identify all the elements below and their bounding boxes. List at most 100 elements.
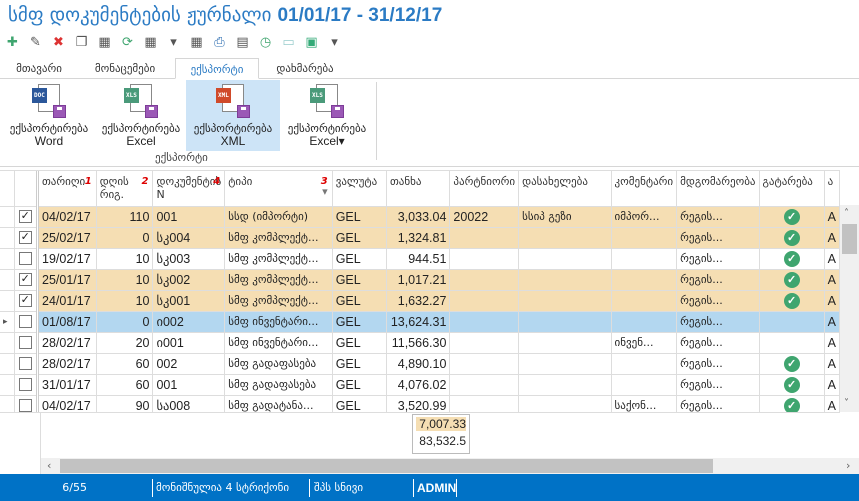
export-doc-button-0[interactable]: DOC ექსპორტირება Word: [2, 80, 96, 151]
cell-comment: [611, 374, 678, 396]
column-header-3[interactable]: ტიპი 3 ▾: [224, 171, 333, 207]
cell-cur: GEL: [332, 290, 387, 312]
row-checkbox-cell[interactable]: [14, 311, 40, 333]
check-circle-icon: ✓: [783, 355, 800, 372]
row-indicator: [0, 206, 15, 228]
tab-2[interactable]: ექსპორტი: [175, 58, 259, 79]
row-checkbox[interactable]: ✓: [18, 210, 32, 223]
check-circle-icon: ✓: [783, 397, 800, 412]
amount-summary: 7,007.33 83,532.5: [412, 414, 470, 454]
table-search-icon[interactable]: ▦: [188, 34, 205, 51]
cell-date: 01/08/17: [37, 311, 97, 333]
cell-last: A: [824, 395, 840, 412]
xls-icon[interactable]: ▤: [234, 34, 251, 51]
column-header-6[interactable]: პარტნიორი: [449, 171, 520, 207]
table-xls-icon[interactable]: ▦: [142, 34, 159, 51]
horizontal-scroll-thumb[interactable]: [60, 459, 713, 473]
dropdown-icon[interactable]: ▾: [165, 34, 182, 51]
check-circle-icon: ✓: [783, 250, 800, 267]
table-row[interactable]: ✓ 25/01/17 10 სკ002 სმფ კომპლექტ... GEL 1,017.…: [0, 269, 840, 291]
column-header-4[interactable]: ვალუტა: [332, 171, 387, 207]
column-header-2[interactable]: დოკუმენტის N4: [152, 171, 226, 207]
export-xls-button-1[interactable]: XLS ექსპორტირება Excel: [94, 80, 188, 151]
table-row[interactable]: 04/02/17 90 სა008 სმფ გადატანა... GEL 3,520.9…: [0, 395, 840, 412]
scroll-right-icon[interactable]: ›: [846, 459, 850, 472]
refresh-icon[interactable]: ⟳: [119, 34, 136, 51]
table-row[interactable]: ✓ 24/01/17 10 სკ001 სმფ კომპლექტ... GEL 1,632.…: [0, 290, 840, 312]
row-checkbox[interactable]: [18, 378, 32, 391]
export-xls-button-3[interactable]: XLS ექსპორტირება Excel▾: [280, 80, 374, 151]
row-checkbox-cell[interactable]: ✓: [14, 269, 40, 291]
cell-cur: GEL: [332, 248, 387, 270]
sort-order: 2: [141, 176, 149, 187]
row-checkbox[interactable]: [18, 315, 32, 328]
vertical-scroll-thumb[interactable]: [842, 224, 857, 254]
row-checkbox[interactable]: [18, 357, 32, 370]
row-checkbox[interactable]: [18, 336, 32, 349]
export-xml-icon: XML: [216, 84, 250, 118]
column-label: დღის რიგ.: [99, 175, 129, 201]
export-xml-button-2[interactable]: XML ექსპორტირება XML: [186, 80, 280, 151]
export-format: Excel▾: [309, 134, 345, 148]
print-icon[interactable]: ⎙: [211, 34, 228, 51]
column-header-0[interactable]: თარიღი 1: [37, 171, 97, 207]
tab-1[interactable]: მონაცემები: [80, 58, 170, 79]
column-header-8[interactable]: კომენტარი: [611, 171, 678, 207]
delete-icon[interactable]: ✖: [50, 34, 67, 51]
cell-type: სმფ კომპლექტ...: [224, 290, 333, 312]
row-checkbox[interactable]: ✓: [18, 231, 32, 244]
ribbon-separator: [376, 82, 377, 160]
row-checkbox[interactable]: ✓: [18, 273, 32, 286]
column-header-10[interactable]: გატარება: [759, 171, 825, 207]
row-checkbox-cell[interactable]: ✓: [14, 227, 40, 249]
cell-name: [518, 290, 612, 312]
row-checkbox[interactable]: [18, 399, 32, 412]
column-header-1[interactable]: დღის რიგ. 2: [96, 171, 154, 207]
column-header-5[interactable]: თანხა: [386, 171, 451, 207]
row-checkbox-cell[interactable]: ✓: [14, 290, 40, 312]
edit-icon[interactable]: ✎: [27, 34, 44, 51]
cell-day: 10: [96, 248, 154, 270]
layout-alt-icon[interactable]: ▣: [303, 34, 320, 51]
tab-0[interactable]: მთავარი: [4, 58, 74, 79]
layout-icon[interactable]: ▭: [280, 34, 297, 51]
table-row[interactable]: 31/01/17 60 001 სმფ გადაფასება GEL 4,076.02 რე…: [0, 374, 840, 396]
row-indicator: ▸: [0, 311, 15, 333]
row-checkbox-cell[interactable]: [14, 248, 40, 270]
table-row[interactable]: ✓ 04/02/17 110 001 სსდ (იმპორტი) GEL 3,033.04 2…: [0, 206, 840, 228]
scroll-left-icon[interactable]: ‹: [47, 459, 51, 472]
table-row[interactable]: ✓ 25/02/17 0 სკ004 სმფ კომპლექტ... GEL 1,324.8…: [0, 227, 840, 249]
tab-3[interactable]: დახმარება: [260, 58, 350, 79]
format-badge: XML: [216, 88, 231, 103]
record-position: 6/55: [62, 481, 87, 494]
history-icon[interactable]: ◷: [257, 34, 274, 51]
copy-icon[interactable]: ❐: [73, 34, 90, 51]
plus-icon[interactable]: ✚: [4, 34, 21, 51]
column-header-7[interactable]: დასახელება: [518, 171, 612, 207]
table-row[interactable]: ▸ 01/08/17 0 ი002 სმფ ინვენტარი... GEL 13,624.…: [0, 311, 840, 333]
more-icon[interactable]: ▾: [326, 34, 343, 51]
row-checkbox-cell[interactable]: [14, 374, 40, 396]
table-row[interactable]: 19/02/17 10 სკ003 სმფ კომპლექტ... GEL 944.51 რ…: [0, 248, 840, 270]
row-checkbox-cell[interactable]: ✓: [14, 206, 40, 228]
row-checkbox-cell[interactable]: [14, 395, 40, 412]
cell-type: სმფ კომპლექტ...: [224, 269, 333, 291]
column-header-9[interactable]: მდგომარეობა: [676, 171, 760, 207]
table-row[interactable]: 28/02/17 60 002 სმფ გადაფასება GEL 4,890.10 რე…: [0, 353, 840, 375]
table-refresh-icon[interactable]: ▦: [96, 34, 113, 51]
scroll-down-icon[interactable]: ˅: [844, 398, 849, 409]
table-row[interactable]: 28/02/17 20 ი001 სმფ ინვენტარი... GEL 11,566.…: [0, 332, 840, 354]
cell-cur: GEL: [332, 353, 387, 375]
sort-order: 4: [213, 176, 221, 187]
check-circle-icon: ✓: [783, 376, 800, 393]
row-checkbox-cell[interactable]: [14, 353, 40, 375]
cell-posted: [759, 311, 825, 333]
row-indicator: [0, 290, 15, 312]
cell-cur: GEL: [332, 206, 387, 228]
filter-dropdown-icon[interactable]: ▾: [322, 185, 328, 198]
row-checkbox[interactable]: [18, 252, 32, 265]
column-header-11[interactable]: ა: [824, 171, 840, 207]
scroll-up-icon[interactable]: ˄: [844, 208, 849, 219]
row-checkbox-cell[interactable]: [14, 332, 40, 354]
row-checkbox[interactable]: ✓: [18, 294, 32, 307]
